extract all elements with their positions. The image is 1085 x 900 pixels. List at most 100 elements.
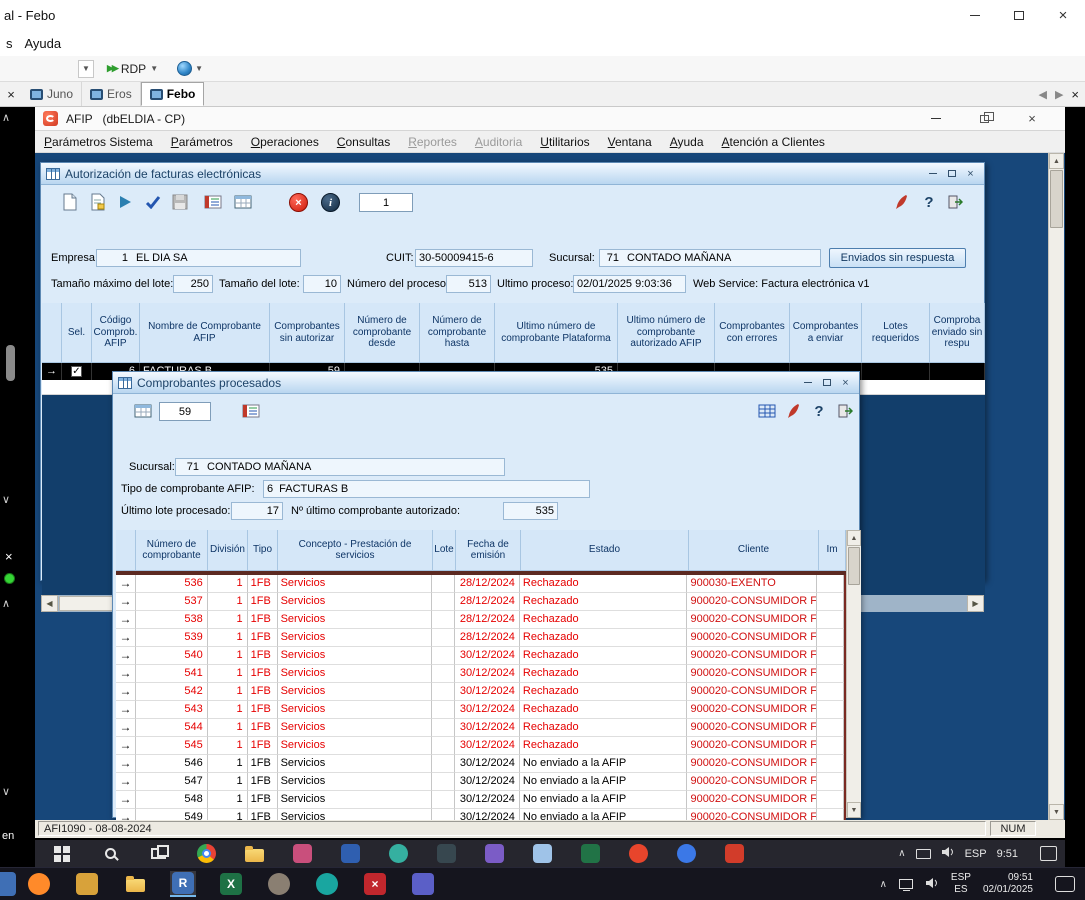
pinned-app-4-icon[interactable]: × bbox=[362, 871, 388, 897]
pinned-app-3-icon[interactable] bbox=[387, 843, 409, 865]
row-checkbox[interactable]: ✓ bbox=[71, 366, 82, 377]
mdi-vscrollbar[interactable]: ▲ ▼ bbox=[1048, 153, 1064, 820]
excel-icon[interactable]: X bbox=[218, 871, 244, 897]
pinned-app-7-icon[interactable] bbox=[579, 843, 601, 865]
chevron-down-icon[interactable]: ▼ bbox=[195, 64, 203, 73]
volume-icon[interactable] bbox=[941, 846, 955, 861]
proc-grid-row-538[interactable]: →53811FBServicios28/12/2024Rechazado9000… bbox=[116, 611, 844, 629]
proc-close-button[interactable]: × bbox=[837, 375, 854, 390]
proc-vscrollbar[interactable]: ▲ ▼ bbox=[846, 530, 861, 818]
menu-par-metros-sistema[interactable]: Parámetros Sistema bbox=[35, 131, 162, 153]
proc-grid-row-549[interactable]: →54911FBServicios30/12/2024No enviado a … bbox=[116, 809, 844, 820]
scroll-left-icon[interactable]: ◀ bbox=[41, 595, 58, 612]
afip-titlebar[interactable]: AFIP (dbELDIA - CP) × bbox=[35, 107, 1065, 131]
signature-quill-icon[interactable] bbox=[781, 399, 805, 423]
new-document-icon[interactable] bbox=[57, 190, 81, 214]
scroll-right-icon[interactable]: ▶ bbox=[967, 595, 984, 612]
proc-grid-row-544[interactable]: →54411FBServicios30/12/2024Rechazado9000… bbox=[116, 719, 844, 737]
minimize-button[interactable] bbox=[953, 0, 997, 30]
help-button[interactable]: ? bbox=[917, 190, 941, 214]
proc-grid-row-539[interactable]: →53911FBServicios28/12/2024Rechazado9000… bbox=[116, 629, 844, 647]
export-grid-icon[interactable] bbox=[131, 399, 155, 423]
exit-icon[interactable] bbox=[833, 399, 857, 423]
notification-icon[interactable] bbox=[1040, 846, 1057, 861]
auth-minimize-button[interactable] bbox=[924, 166, 941, 181]
auth-close-button[interactable]: × bbox=[962, 166, 979, 181]
proc-grid-row-536[interactable]: →53611FBServicios28/12/2024Rechazado9000… bbox=[116, 575, 844, 593]
properties-icon[interactable] bbox=[85, 190, 109, 214]
lote-field[interactable]: 10 bbox=[303, 275, 341, 293]
empresa-field[interactable]: 1 EL DIA SA bbox=[96, 249, 301, 267]
tab-scroll-right-icon[interactable]: ▶ bbox=[1055, 88, 1063, 101]
save-icon[interactable] bbox=[168, 190, 192, 214]
file-explorer-icon[interactable] bbox=[122, 871, 148, 897]
start-icon[interactable] bbox=[51, 843, 73, 865]
proc-grid-row-547[interactable]: →54711FBServicios30/12/2024No enviado a … bbox=[116, 773, 844, 791]
proc-maximize-button[interactable] bbox=[818, 375, 835, 390]
menu-consultas[interactable]: Consultas bbox=[328, 131, 399, 153]
proc-grid-row-548[interactable]: →54811FBServicios30/12/2024No enviado a … bbox=[116, 791, 844, 809]
enviados-sin-respuesta-button[interactable]: Enviados sin respuesta bbox=[829, 248, 966, 268]
run-process-icon[interactable] bbox=[113, 190, 137, 214]
chrome-icon[interactable] bbox=[195, 843, 217, 865]
proc-grid-row-545[interactable]: →54511FBServicios30/12/2024Rechazado9000… bbox=[116, 737, 844, 755]
scroll-up-icon[interactable]: ▲ bbox=[847, 530, 861, 546]
pinned-app-1-icon[interactable] bbox=[291, 843, 313, 865]
menu-par-metros[interactable]: Parámetros bbox=[162, 131, 242, 153]
ledger-icon[interactable] bbox=[201, 190, 225, 214]
menu-atenci-n-a-clientes[interactable]: Atención a Clientes bbox=[713, 131, 834, 153]
export-grid-icon[interactable] bbox=[231, 190, 255, 214]
partial-app-icon[interactable] bbox=[0, 872, 16, 896]
pinned-app-1-icon[interactable] bbox=[74, 871, 100, 897]
pinned-app-6-icon[interactable] bbox=[531, 843, 553, 865]
pinned-app-5-icon[interactable] bbox=[483, 843, 505, 865]
globe-icon[interactable] bbox=[177, 61, 192, 76]
proceso-field[interactable]: 513 bbox=[446, 275, 491, 293]
menu-operaciones[interactable]: Operaciones bbox=[242, 131, 328, 153]
task-view-icon[interactable] bbox=[147, 843, 169, 865]
remote-clock[interactable]: 9:51 bbox=[997, 848, 1018, 860]
proc-grid-row-543[interactable]: →54311FBServicios30/12/2024Rechazado9000… bbox=[116, 701, 844, 719]
panel-scrollbar-thumb[interactable] bbox=[6, 345, 15, 381]
chevron-down-icon[interactable]: ∨ bbox=[2, 493, 10, 506]
proc-minimize-button[interactable] bbox=[799, 375, 816, 390]
ledger-icon[interactable] bbox=[239, 399, 263, 423]
tray-expand-icon[interactable]: ∧ bbox=[880, 879, 887, 890]
tab-eros[interactable]: Eros bbox=[82, 82, 141, 106]
pinned-app-5-icon[interactable] bbox=[410, 871, 436, 897]
auth-maximize-button[interactable] bbox=[943, 166, 960, 181]
confirm-icon[interactable] bbox=[141, 190, 165, 214]
ultimo-proceso-field[interactable]: 02/01/2025 9:03:36 bbox=[573, 275, 686, 293]
proc-grid-row-546[interactable]: →54611FBServicios30/12/2024No enviado a … bbox=[116, 755, 844, 773]
info-icon[interactable]: i bbox=[321, 193, 340, 212]
vscroll-thumb[interactable] bbox=[848, 547, 860, 585]
tab-scroll-left-icon[interactable]: ◀ bbox=[1038, 88, 1046, 101]
pinned-app-2-icon[interactable] bbox=[266, 871, 292, 897]
afip-minimize-button[interactable] bbox=[921, 110, 951, 128]
pinned-app-4-icon[interactable] bbox=[435, 843, 457, 865]
table-icon[interactable] bbox=[755, 399, 779, 423]
pinned-app-8-icon[interactable] bbox=[627, 843, 649, 865]
panel-close-icon[interactable]: × bbox=[0, 87, 22, 102]
scroll-down-icon[interactable]: ▼ bbox=[1049, 804, 1064, 820]
chevron-up-icon[interactable]: ∧ bbox=[2, 111, 10, 124]
sucursal-field[interactable]: 71 CONTADO MAÑANA bbox=[599, 249, 821, 267]
clock[interactable]: 09:51 02/01/2025 bbox=[983, 872, 1033, 896]
signature-quill-icon[interactable] bbox=[889, 190, 913, 214]
close-button[interactable]: × bbox=[1041, 0, 1085, 30]
chevron-up-icon[interactable]: ∧ bbox=[2, 597, 10, 610]
pinned-app-2-icon[interactable] bbox=[339, 843, 361, 865]
notification-bubble-icon[interactable] bbox=[1055, 876, 1075, 892]
afip-close-button[interactable]: × bbox=[1017, 110, 1047, 128]
menu-reportes[interactable]: Reportes bbox=[399, 131, 466, 153]
remote-language-indicator[interactable]: ESP bbox=[965, 848, 987, 860]
pinned-app-3-icon[interactable] bbox=[314, 871, 340, 897]
chevron-down-icon[interactable]: ∨ bbox=[2, 785, 10, 798]
proc-grid-row-540[interactable]: →54011FBServicios30/12/2024Rechazado9000… bbox=[116, 647, 844, 665]
menu-ventana[interactable]: Ventana bbox=[599, 131, 661, 153]
scroll-down-icon[interactable]: ▼ bbox=[847, 802, 861, 818]
menu-utilitarios[interactable]: Utilitarios bbox=[531, 131, 598, 153]
afip-app-icon[interactable] bbox=[723, 843, 745, 865]
panel-close-icon[interactable]: × bbox=[5, 549, 13, 564]
proc-grid-row-541[interactable]: →54111FBServicios30/12/2024Rechazado9000… bbox=[116, 665, 844, 683]
